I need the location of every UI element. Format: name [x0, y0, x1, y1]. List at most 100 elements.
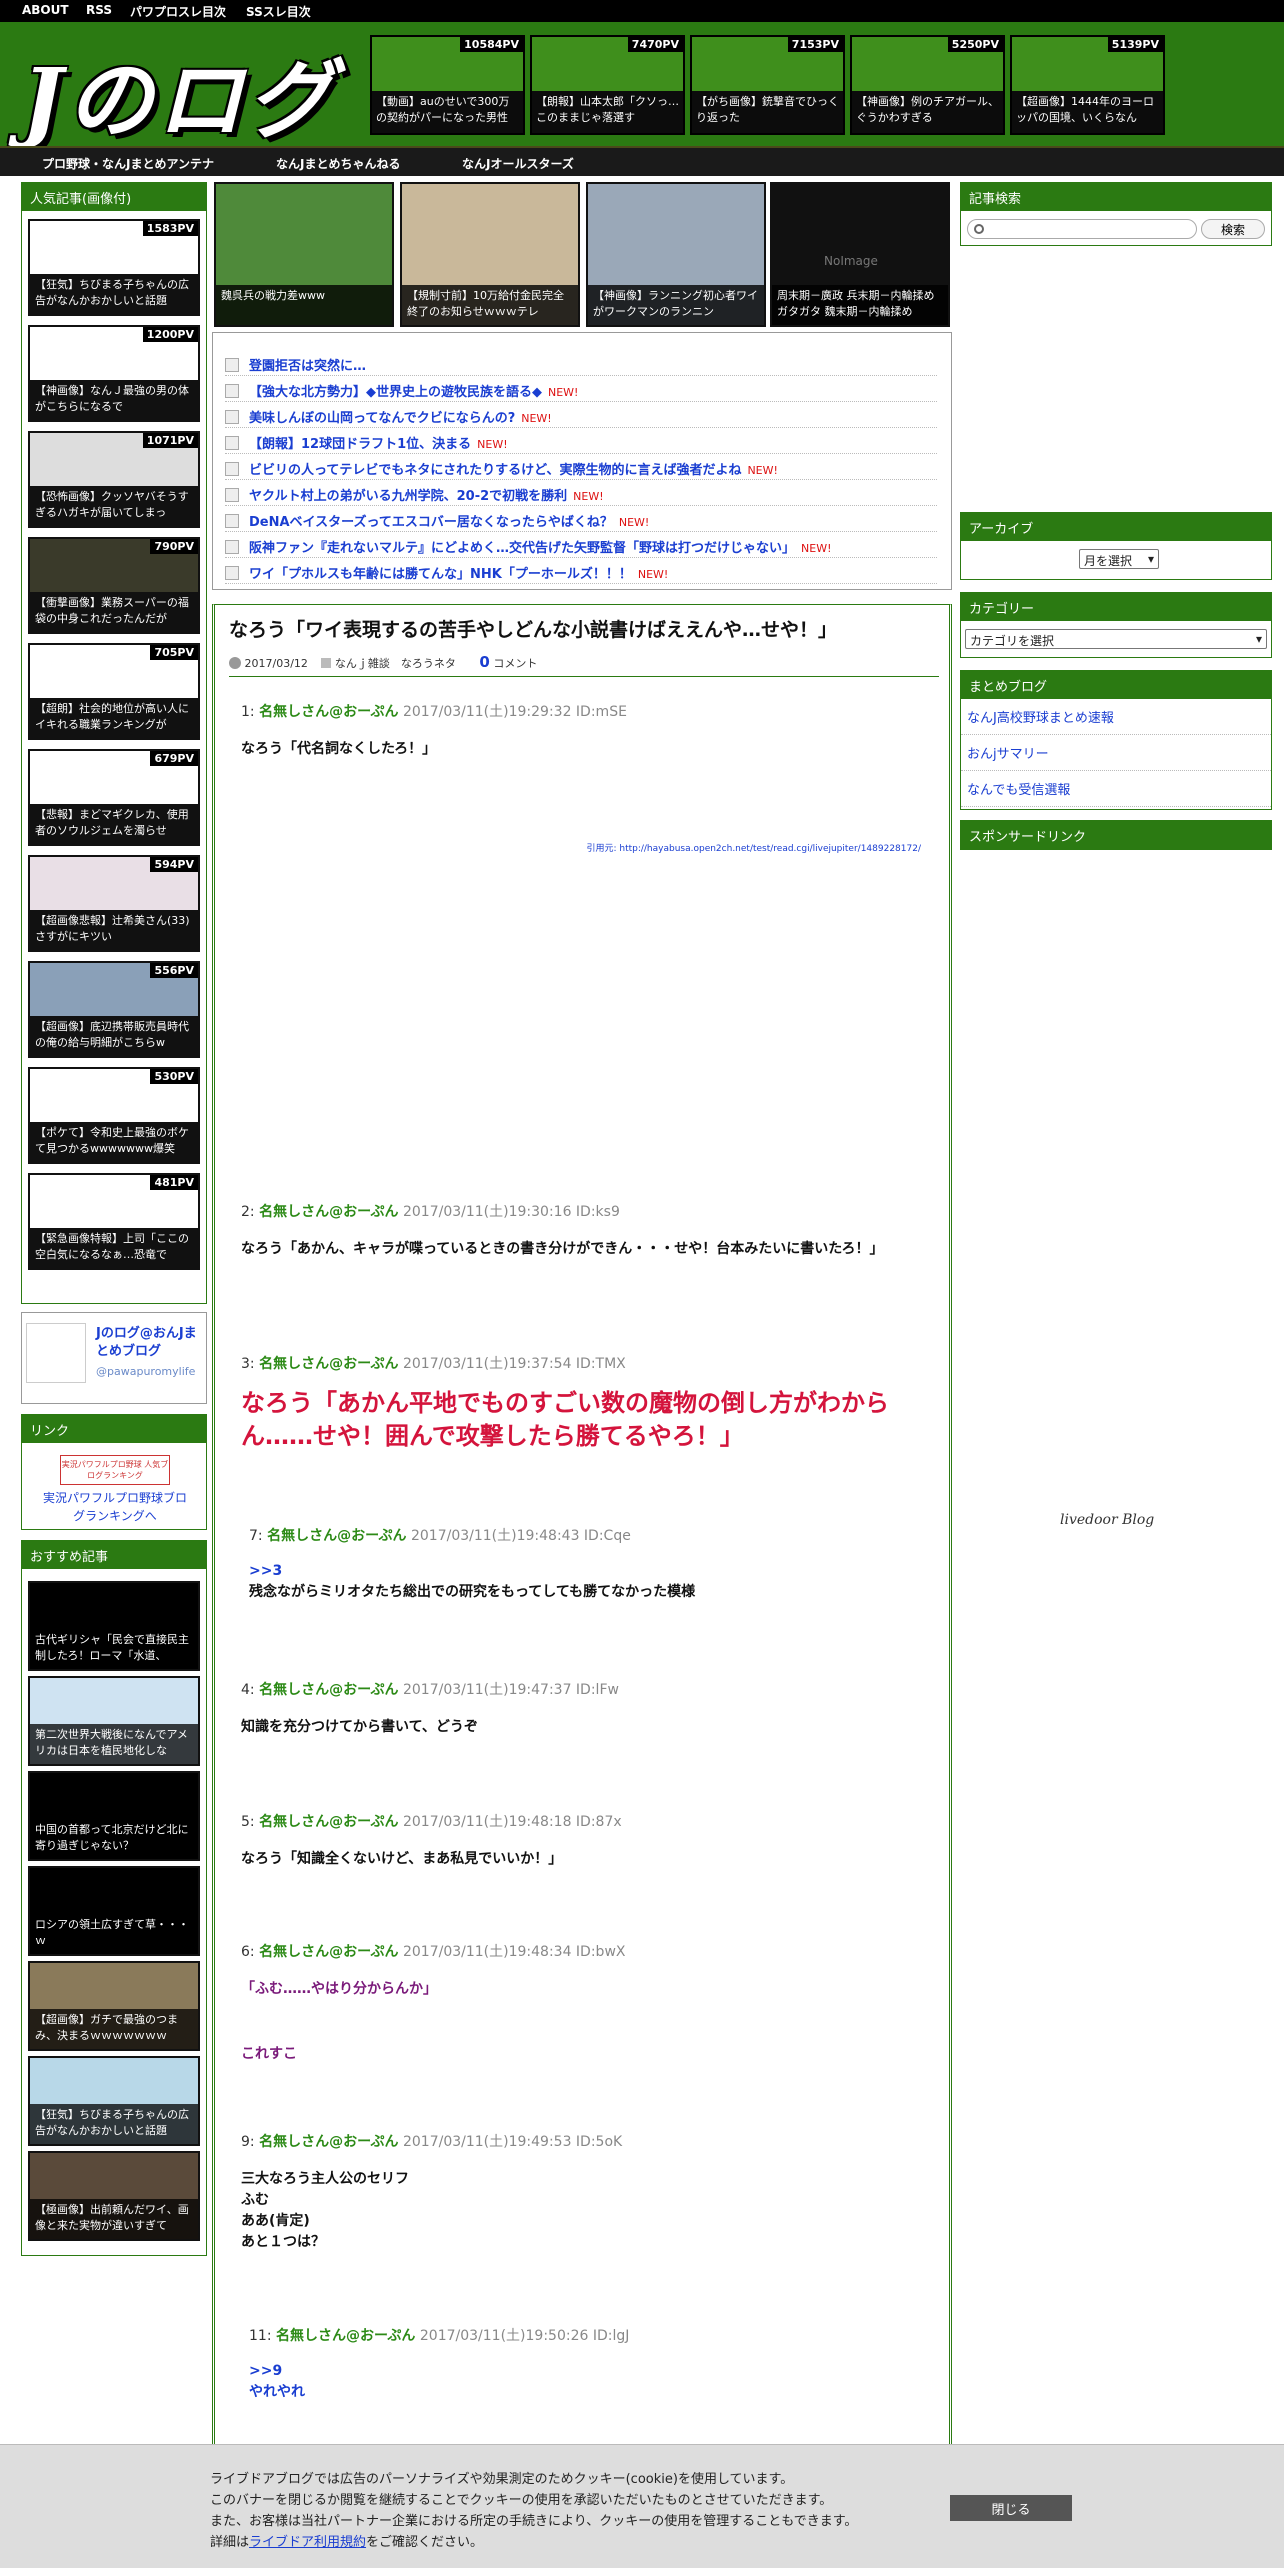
anchor-link[interactable]: >>3	[249, 1561, 949, 1582]
doc-icon	[225, 462, 239, 476]
chevron-down-icon: ▾	[1255, 632, 1262, 646]
matome-link[interactable]: なんJ高校野球まとめ速報	[961, 699, 1271, 735]
headline-item[interactable]: 【朗報】12球団ドラフト1位、決まる NEW!	[225, 429, 937, 454]
recommend-item[interactable]: 【極画像】出前頼んだワイ、画像と来た実物が違いすぎて	[28, 2151, 200, 2241]
article-meta: 2017/03/12 なんｊ雑談 なろうネタ 0 コメント	[229, 653, 939, 677]
category-widget: カテゴリー カテゴリを選択 ▾	[960, 592, 1272, 658]
chevron-down-icon: ▾	[1147, 552, 1154, 566]
avatar	[26, 1323, 86, 1383]
nav-allstars[interactable]: なんJオールスターズ	[462, 155, 574, 172]
popular-item[interactable]: 1071PV 【恐怖画像】クッソヤバそうすぎるハガキが届いてしまっ	[28, 431, 200, 528]
header-card[interactable]: 7153PV 【がち画像】銃撃音でひっくり返った	[690, 35, 845, 135]
comment-label: コメント	[493, 657, 538, 670]
link-heading: リンク	[22, 1415, 206, 1443]
doc-icon	[225, 514, 239, 528]
recommend-item[interactable]: 第二次世界大戦後になんでアメリカは日本を植民地化しな	[28, 1676, 200, 1766]
header-card[interactable]: 10584PV 【動画】auのせいで300万の契約がパーになった男性	[370, 35, 525, 135]
matome-heading: まとめブログ	[961, 671, 1271, 699]
link-widget: リンク 実況パワフルプロ野球 人気ブログランキング 実況パワフルプロ野球ブログラ…	[21, 1414, 207, 1530]
popular-item[interactable]: 1583PV 【狂気】ちびまる子ちゃんの広告がなんかおかしいと話題	[28, 219, 200, 316]
recommend-widget: おすすめ記事 古代ギリシャ「民会で直接民主制したろ！ローマ「水道、 第二次世界大…	[21, 1540, 207, 2256]
headline-item[interactable]: 登園拒否は突然に…	[225, 351, 937, 376]
headline-item[interactable]: DeNAベイスターズってエスコバー居なくなったらやばくね？ NEW!	[225, 507, 937, 532]
search-widget: 記事検索 検索	[960, 182, 1272, 246]
popular-item[interactable]: 679PV 【悲報】まどマギクレカ、使用者のソウルジェムを濁らせ	[28, 749, 200, 846]
ranking-link[interactable]: 実況パワフルプロ野球ブログランキングへ	[42, 1489, 188, 1525]
twitter-handle: @pawapuromylife	[96, 1365, 196, 1378]
article: なろう「ワイ表現するの苦手やしどんな小説書けばええんや…せや！」 2017/03…	[212, 604, 952, 2568]
topnav-ss[interactable]: SSスレ目次	[246, 3, 311, 20]
article-title: なろう「ワイ表現するの苦手やしどんな小説書けばええんや…せや！」	[229, 619, 838, 641]
ranking-badge[interactable]: 実況パワフルプロ野球 人気ブログランキング	[60, 1455, 170, 1485]
nav-matome-channel[interactable]: なんJまとめちゃんねる	[276, 155, 400, 172]
recommend-item[interactable]: 【超画像】ガチで最強のつまみ、決まるｗｗｗｗｗｗｗ	[28, 1961, 200, 2051]
post: 6: 名無しさん@おーぷん 2017/03/11(土)19:48:34 ID:b…	[241, 1944, 626, 2062]
post: 4: 名無しさん@おーぷん 2017/03/11(土)19:47:37 ID:l…	[241, 1682, 619, 1735]
recommend-item[interactable]: 【狂気】ちびまる子ちゃんの広告がなんかおかしいと話題	[28, 2056, 200, 2146]
post: 1: 名無しさん@おーぷん 2017/03/11(土)19:29:32 ID:m…	[241, 704, 627, 757]
category-heading: カテゴリー	[961, 593, 1271, 621]
headline-item[interactable]: ワイ「プホルスも年齢には勝てんな」NHK「プーホールズ！！！ NEW!	[225, 559, 937, 584]
category-select[interactable]: カテゴリを選択 ▾	[965, 629, 1267, 649]
headline-list: 登園拒否は突然に… 【強大な北方勢力】◆世界史上の遊牧民族を語る◆ NEW! 美味…	[212, 332, 952, 590]
topnav-about[interactable]: ABOUT	[22, 3, 69, 17]
headline-item[interactable]: ヤクルト村上の弟がいる九州学院、20-2で初戦を勝利 NEW!	[225, 481, 937, 506]
article-date: 2017/03/12	[244, 657, 308, 670]
clock-icon	[229, 657, 241, 669]
noimage-label: NoImage	[824, 254, 878, 268]
main-nav: プロ野球・なんJまとめアンテナ なんJまとめちゃんねる なんJオールスターズ	[0, 146, 1284, 176]
doc-icon	[225, 566, 239, 580]
topnav-pawapuro[interactable]: パワプロスレ目次	[130, 3, 226, 20]
search-heading: 記事検索	[961, 183, 1271, 211]
matome-link[interactable]: おんjサマリー	[961, 735, 1271, 771]
twitter-name[interactable]: Jのログ@おんJまとめブログ	[96, 1325, 206, 1361]
source-link[interactable]: 引用元: http://hayabusa.open2ch.net/test/re…	[586, 841, 921, 854]
top-bar: ABOUT RSS パワプロスレ目次 SSスレ目次	[0, 0, 1284, 22]
popular-item[interactable]: 594PV 【超画像悲報】辻希美さん(33)さすがにキツい	[28, 855, 200, 952]
comment-count[interactable]: 0	[479, 653, 489, 671]
headline-item[interactable]: 【強大な北方勢力】◆世界史上の遊牧民族を語る◆ NEW!	[225, 377, 937, 402]
cookie-close-button[interactable]: 閉じる	[950, 2495, 1072, 2521]
archive-heading: アーカイブ	[961, 513, 1271, 541]
headline-item[interactable]: 美味しんぼの山岡ってなんでクビにならんの? NEW!	[225, 403, 937, 428]
pencil-icon	[225, 358, 239, 372]
matome-widget: まとめブログ なんJ高校野球まとめ速報 おんjサマリー なんでも受信選報	[960, 670, 1272, 810]
header-card[interactable]: 5139PV 【超画像】1444年のヨーロッパの国境、いくらなん	[1010, 35, 1165, 135]
archive-select[interactable]: 月を選択 ▾	[1079, 549, 1159, 569]
cookie-banner: ライブドアブログでは広告のパーソナライズや効果測定のためクッキー(cookie)…	[0, 2444, 1284, 2568]
featured-thumb[interactable]: 魏呉兵の戦力差www	[214, 182, 394, 327]
popular-item[interactable]: 556PV 【超画像】底辺携帯販売員時代の俺の給与明細がこちらw	[28, 961, 200, 1058]
popular-item[interactable]: 705PV 【超朗】社会的地位が高い人にイキれる職業ランキングが	[28, 643, 200, 740]
header-card[interactable]: 7470PV 【朗報】山本太郎「クソっ…このままじゃ落選す	[530, 35, 685, 135]
popular-item[interactable]: 530PV 【ポケて】令和史上最強のボケて見つかるwwwwwww爆笑	[28, 1067, 200, 1164]
headline-item[interactable]: 阪神ファン『走れないマルテ』にどよめく…交代告げた矢野監督「野球は打つだけじゃな…	[225, 533, 937, 558]
article-categories[interactable]: なんｊ雑談 なろうネタ	[335, 657, 456, 670]
search-button[interactable]: 検索	[1201, 219, 1265, 239]
recommend-item[interactable]: 中国の首都って北京だけど北に寄り過ぎじゃない？	[28, 1771, 200, 1861]
matome-link[interactable]: なんでも受信選報	[961, 771, 1271, 807]
recommend-item[interactable]: ロシアの領土広すぎて草・・・ｗ	[28, 1866, 200, 1956]
post: 5: 名無しさん@おーぷん 2017/03/11(土)19:48:18 ID:8…	[241, 1814, 622, 1867]
post: 7: 名無しさん@おーぷん 2017/03/11(土)19:48:43 ID:C…	[249, 1525, 949, 1603]
featured-thumb[interactable]: NoImage 周末期－廣政 兵末期－内輪揉めガタガタ 魏末期－内輪揉め	[770, 182, 950, 327]
popular-item[interactable]: 790PV 【衝撃画像】業務スーパーの福袋の中身これだったんだが	[28, 537, 200, 634]
topnav-rss[interactable]: RSS	[86, 3, 112, 17]
livedoor-logo[interactable]: livedoor Blog	[1060, 1512, 1154, 1528]
popular-item[interactable]: 481PV 【緊急画像特報】上司「ここの空白気になるなぁ…恐竜で	[28, 1173, 200, 1270]
headline-item[interactable]: ビビリの人ってテレビでもネタにされたりするけど、実際生物的に言えば強者だよね NE…	[225, 455, 937, 480]
recommend-item[interactable]: 古代ギリシャ「民会で直接民主制したろ！ローマ「水道、	[28, 1581, 200, 1671]
post: 3: 名無しさん@おーぷん 2017/03/11(土)19:37:54 ID:T…	[241, 1356, 889, 1450]
terms-link[interactable]: ライブドア利用規約	[249, 2535, 366, 2550]
featured-thumb[interactable]: 【神画像】ランニング初心者ワイがワークマンのランニン	[586, 182, 766, 327]
header-card[interactable]: 5250PV 【神画像】例のチアガール、ぐうかわすぎる	[850, 35, 1005, 135]
search-input[interactable]	[967, 219, 1197, 239]
sponsor-widget: スポンサードリンク	[960, 820, 1272, 850]
site-logo[interactable]: Jのログ	[22, 30, 337, 155]
anchor-link[interactable]: >>9	[249, 2361, 949, 2382]
doc-icon	[225, 540, 239, 554]
popular-item[interactable]: 1200PV 【神画像】なんＪ最強の男の体がこちらになるで	[28, 325, 200, 422]
doc-icon	[225, 384, 239, 398]
featured-thumb[interactable]: 【規制寸前】10万給付金民完全終了のお知らせｗｗｗテレ	[400, 182, 580, 327]
archive-widget: アーカイブ 月を選択 ▾	[960, 512, 1272, 580]
nav-antenna[interactable]: プロ野球・なんJまとめアンテナ	[42, 155, 214, 172]
